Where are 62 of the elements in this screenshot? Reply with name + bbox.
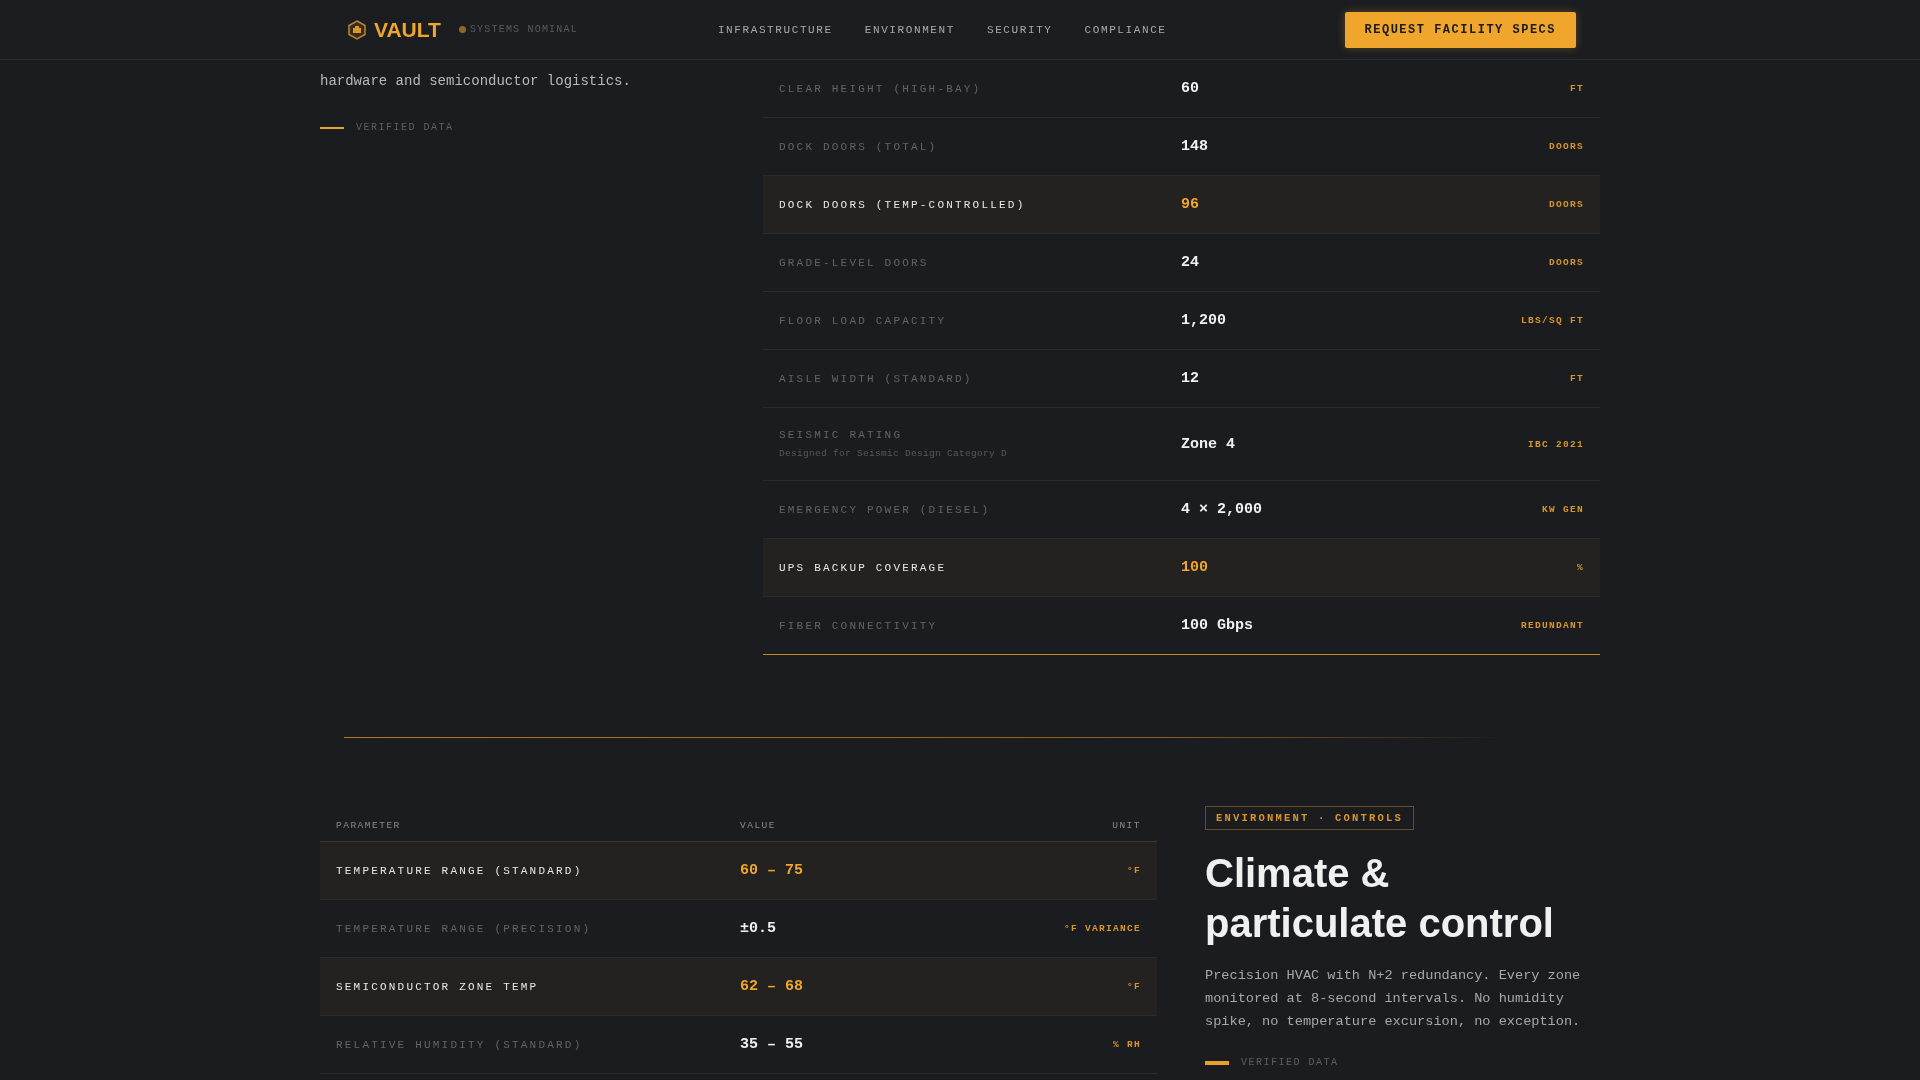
parameter-value: ±0.5 [740, 920, 777, 937]
unit-label: IBC 2021 [1527, 438, 1584, 450]
parameter-value: 96 [1181, 196, 1200, 213]
parameter-label: TEMPERATURE RANGE (PRECISION) [336, 922, 593, 935]
parameter-value: 148 [1181, 138, 1209, 155]
parameter-label: SEISMIC RATING [779, 429, 904, 441]
parameter-value: 35 – 55 [740, 1036, 804, 1053]
section-description: Precision HVAC with N+2 redundancy. Every zone monitored at 8-second intervals. No humidity spike, no temperature excursion, no exception. [1205, 967, 1582, 1031]
nav-link[interactable]: ENVIRONMENT [864, 23, 955, 36]
column-header: VALUE [740, 820, 777, 831]
section-heading: Climate & particulate control [1205, 850, 1555, 947]
parameter-value: 12 [1181, 370, 1200, 387]
nav-link[interactable]: INFRASTRUCTURE [717, 23, 833, 36]
unit-label: FT [1569, 373, 1584, 384]
section-tag: ENVIRONMENT · CONTROLS [1205, 806, 1415, 830]
unit-label: FT [1569, 83, 1584, 94]
unit-label: KW GEN [1541, 504, 1584, 515]
accent-bar-icon [320, 126, 344, 129]
parameter-value: Zone 4 [1181, 435, 1236, 453]
unit-label: DOORS [1548, 199, 1584, 210]
column-header: UNIT [1111, 820, 1141, 831]
parameter-label: SEMICONDUCTOR ZONE TEMP [336, 980, 540, 993]
unit-label: % [1576, 562, 1584, 573]
parameter-label: AISLE WIDTH (STANDARD) [779, 372, 974, 385]
unit-label: DOORS [1548, 257, 1584, 268]
parameter-label: RELATIVE HUMIDITY (STANDARD) [336, 1038, 584, 1051]
parameter-label: UPS BACKUP COVERAGE [779, 561, 948, 574]
intro-text: hardware and semiconductor logistics. [320, 73, 632, 89]
parameter-value: 62 – 68 [740, 978, 804, 995]
parameter-label: CLEAR HEIGHT (HIGH-BAY) [779, 82, 983, 95]
parameter-label: FIBER CONNECTIVITY [779, 619, 939, 632]
unit-label: °F [1126, 865, 1141, 876]
brand-name: VAULT [374, 17, 441, 42]
parameter-label: DOCK DOORS (TOTAL) [779, 140, 939, 153]
parameter-value: 100 [1181, 559, 1209, 576]
parameter-value: 60 – 75 [740, 862, 804, 879]
parameter-label: EMERGENCY POWER (DIESEL) [779, 503, 992, 516]
parameter-value: 1,200 [1181, 312, 1227, 329]
unit-label: % RH [1112, 1039, 1141, 1050]
unit-label: DOORS [1548, 141, 1584, 152]
verified-data-label: VERIFIED DATA [356, 122, 454, 133]
unit-label: LBS/SQ FT [1520, 315, 1584, 326]
accent-bar-icon [1205, 1060, 1229, 1065]
parameter-label: TEMPERATURE RANGE (STANDARD) [336, 864, 584, 877]
parameter-value: 4 × 2,000 [1181, 501, 1263, 518]
hexagon-logo-icon [348, 19, 366, 40]
request-specs-button[interactable]: REQUEST FACILITY SPECS [1344, 11, 1576, 48]
column-header: PARAMETER [336, 820, 402, 831]
unit-label: °F [1126, 981, 1141, 992]
status-text: SYSTEMS NOMINAL [469, 24, 578, 35]
parameter-label: GRADE-LEVEL DOORS [779, 256, 930, 269]
unit-label: REDUNDANT [1520, 620, 1584, 631]
parameter-value: 100 Gbps [1181, 617, 1254, 634]
unit-label: °F VARIANCE [1063, 923, 1141, 934]
parameter-label: DOCK DOORS (TEMP-CONTROLLED) [779, 198, 1027, 211]
nav-link[interactable]: SECURITY [986, 23, 1053, 36]
nav-link[interactable]: COMPLIANCE [1084, 23, 1167, 36]
status-dot-icon [458, 26, 466, 33]
parameter-value: 24 [1181, 254, 1200, 271]
verified-data-label: VERIFIED DATA [1241, 1057, 1339, 1068]
parameter-label: FLOOR LOAD CAPACITY [779, 314, 948, 327]
parameter-value: 60 [1181, 80, 1200, 97]
